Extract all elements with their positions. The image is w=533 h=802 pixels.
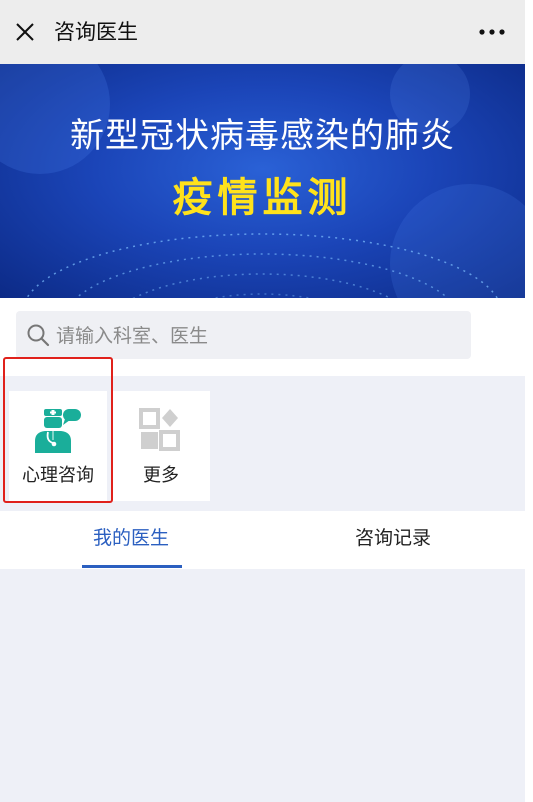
more-icon[interactable] bbox=[477, 22, 507, 42]
service-more[interactable]: 更多 bbox=[112, 391, 210, 501]
more-apps-icon bbox=[139, 408, 180, 451]
close-icon[interactable] bbox=[14, 21, 36, 43]
search-box[interactable] bbox=[16, 311, 471, 361]
page: 咨询医生 新型冠状病毒感染的肺炎 疫情监测 请输入科室、医生 心理咨询 更多 我… bbox=[0, 0, 525, 802]
page-title: 咨询医生 bbox=[54, 20, 138, 44]
search-icon bbox=[27, 324, 50, 347]
service-label: 更多 bbox=[143, 465, 179, 486]
tab-consult-records[interactable]: 咨询记录 bbox=[262, 511, 524, 569]
tab-my-doctors[interactable]: 我的医生 bbox=[0, 511, 262, 569]
services-grid: 心理咨询 更多 bbox=[0, 391, 525, 501]
search-input[interactable] bbox=[54, 311, 458, 361]
tab-active-indicator bbox=[82, 565, 182, 568]
title-bar: 咨询医生 bbox=[0, 0, 525, 64]
service-psych-consult[interactable]: 心理咨询 bbox=[9, 391, 107, 501]
search-area bbox=[0, 298, 525, 376]
tab-bar: 我的医生 咨询记录 bbox=[0, 511, 525, 569]
doctor-icon bbox=[35, 409, 81, 453]
banner-subtitle: 疫情监测 bbox=[172, 175, 353, 221]
service-label: 心理咨询 bbox=[22, 465, 94, 486]
banner-title: 新型冠状病毒感染的肺炎 bbox=[70, 116, 455, 156]
banner[interactable]: 新型冠状病毒感染的肺炎 疫情监测 bbox=[0, 64, 525, 298]
right-gutter bbox=[525, 0, 533, 802]
